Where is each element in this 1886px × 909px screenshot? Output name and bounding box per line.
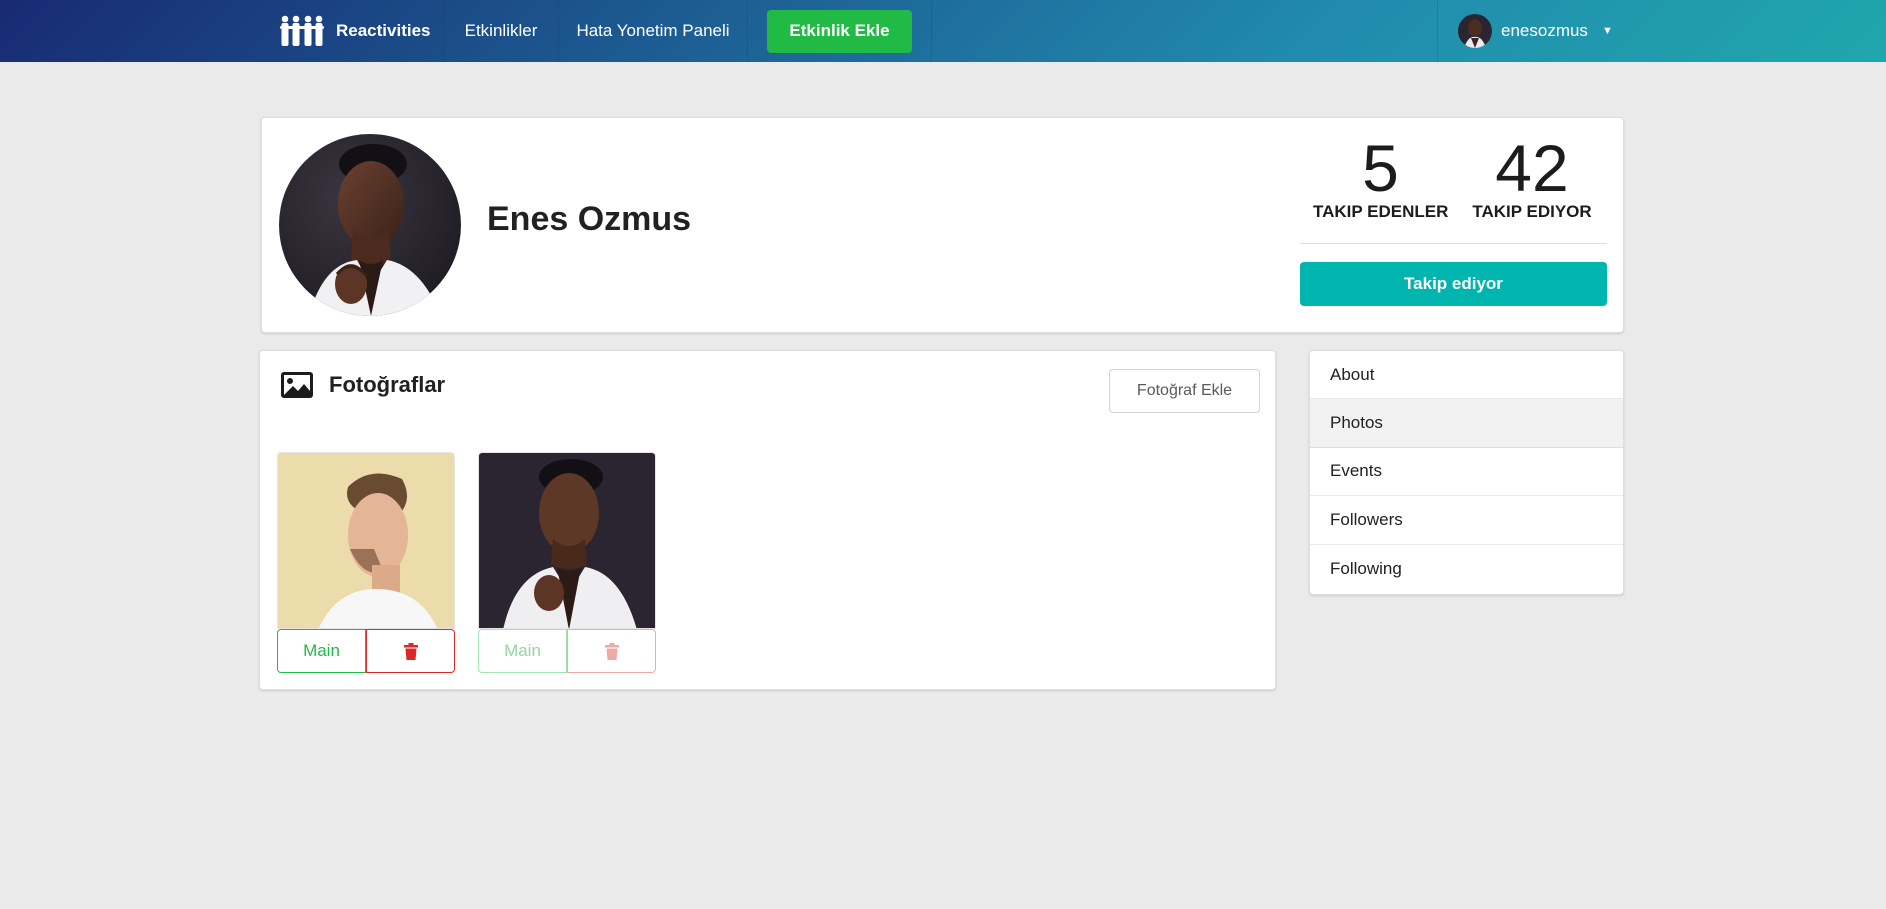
caret-down-icon: ▼ — [1601, 25, 1613, 37]
menu-item-events[interactable]: Events — [1310, 448, 1623, 497]
followers-label: TAKIP EDENLER — [1313, 202, 1449, 221]
create-activity-button[interactable]: Etkinlik Ekle — [767, 9, 912, 53]
image-icon — [281, 372, 313, 398]
profile-header: Enes Ozmus 5 TAKIP EDENLER 42 TAKIP EDIY… — [261, 117, 1624, 333]
avatar — [1458, 14, 1492, 48]
photo-card: Main — [277, 452, 455, 673]
divider — [1300, 243, 1607, 244]
photos-title: Fotoğraflar — [329, 372, 446, 397]
nav-activities[interactable]: Etkinlikler — [444, 0, 559, 62]
following-count: 42 — [1495, 131, 1569, 205]
delete-photo-button[interactable] — [366, 629, 455, 673]
profile-avatar — [279, 134, 461, 316]
nav-create-wrapper: Etkinlik Ekle — [748, 0, 932, 62]
menu-item-about[interactable]: About — [1310, 351, 1623, 400]
top-navbar: Reactivities Etkinlikler Hata Yonetim Pa… — [0, 0, 1886, 62]
following-label: TAKIP EDIYOR — [1472, 202, 1592, 221]
delete-photo-button[interactable] — [567, 629, 656, 673]
set-main-photo-button[interactable]: Main — [277, 629, 366, 673]
following-statistic: 42 TAKIP EDIYOR — [1472, 132, 1592, 222]
photo-actions: Main — [478, 629, 656, 673]
nav-error-panel[interactable]: Hata Yonetim Paneli — [559, 0, 748, 62]
follow-toggle-button[interactable]: Takip ediyor — [1300, 262, 1607, 306]
brand-name: Reactivities — [336, 21, 431, 40]
brand-link[interactable]: Reactivities — [263, 0, 444, 62]
photo-thumbnail[interactable] — [277, 452, 455, 629]
set-main-photo-button[interactable]: Main — [478, 629, 567, 673]
menu-item-following[interactable]: Following — [1310, 545, 1623, 593]
menu-item-photos[interactable]: Photos — [1310, 399, 1623, 448]
user-menu[interactable]: enesozmus ▼ — [1437, 0, 1617, 62]
trash-icon — [604, 642, 619, 660]
add-photo-button[interactable]: Fotoğraf Ekle — [1109, 369, 1260, 413]
username-label: enesozmus — [1501, 21, 1588, 40]
profile-menu: About Photos Events Followers Following — [1309, 350, 1624, 595]
people-group-icon — [280, 15, 324, 46]
photos-header: Fotoğraflar — [280, 371, 445, 399]
followers-statistic: 5 TAKIP EDENLER — [1313, 132, 1448, 222]
followers-count: 5 — [1362, 131, 1399, 205]
photo-card: Main — [478, 452, 656, 673]
menu-item-followers[interactable]: Followers — [1310, 496, 1623, 545]
photo-actions: Main — [277, 629, 455, 673]
photos-pane: Fotoğraflar Fotoğraf Ekle Main Main — [259, 350, 1276, 690]
photo-thumbnail[interactable] — [478, 452, 656, 629]
trash-icon — [403, 642, 418, 660]
profile-display-name: Enes Ozmus — [487, 200, 692, 238]
